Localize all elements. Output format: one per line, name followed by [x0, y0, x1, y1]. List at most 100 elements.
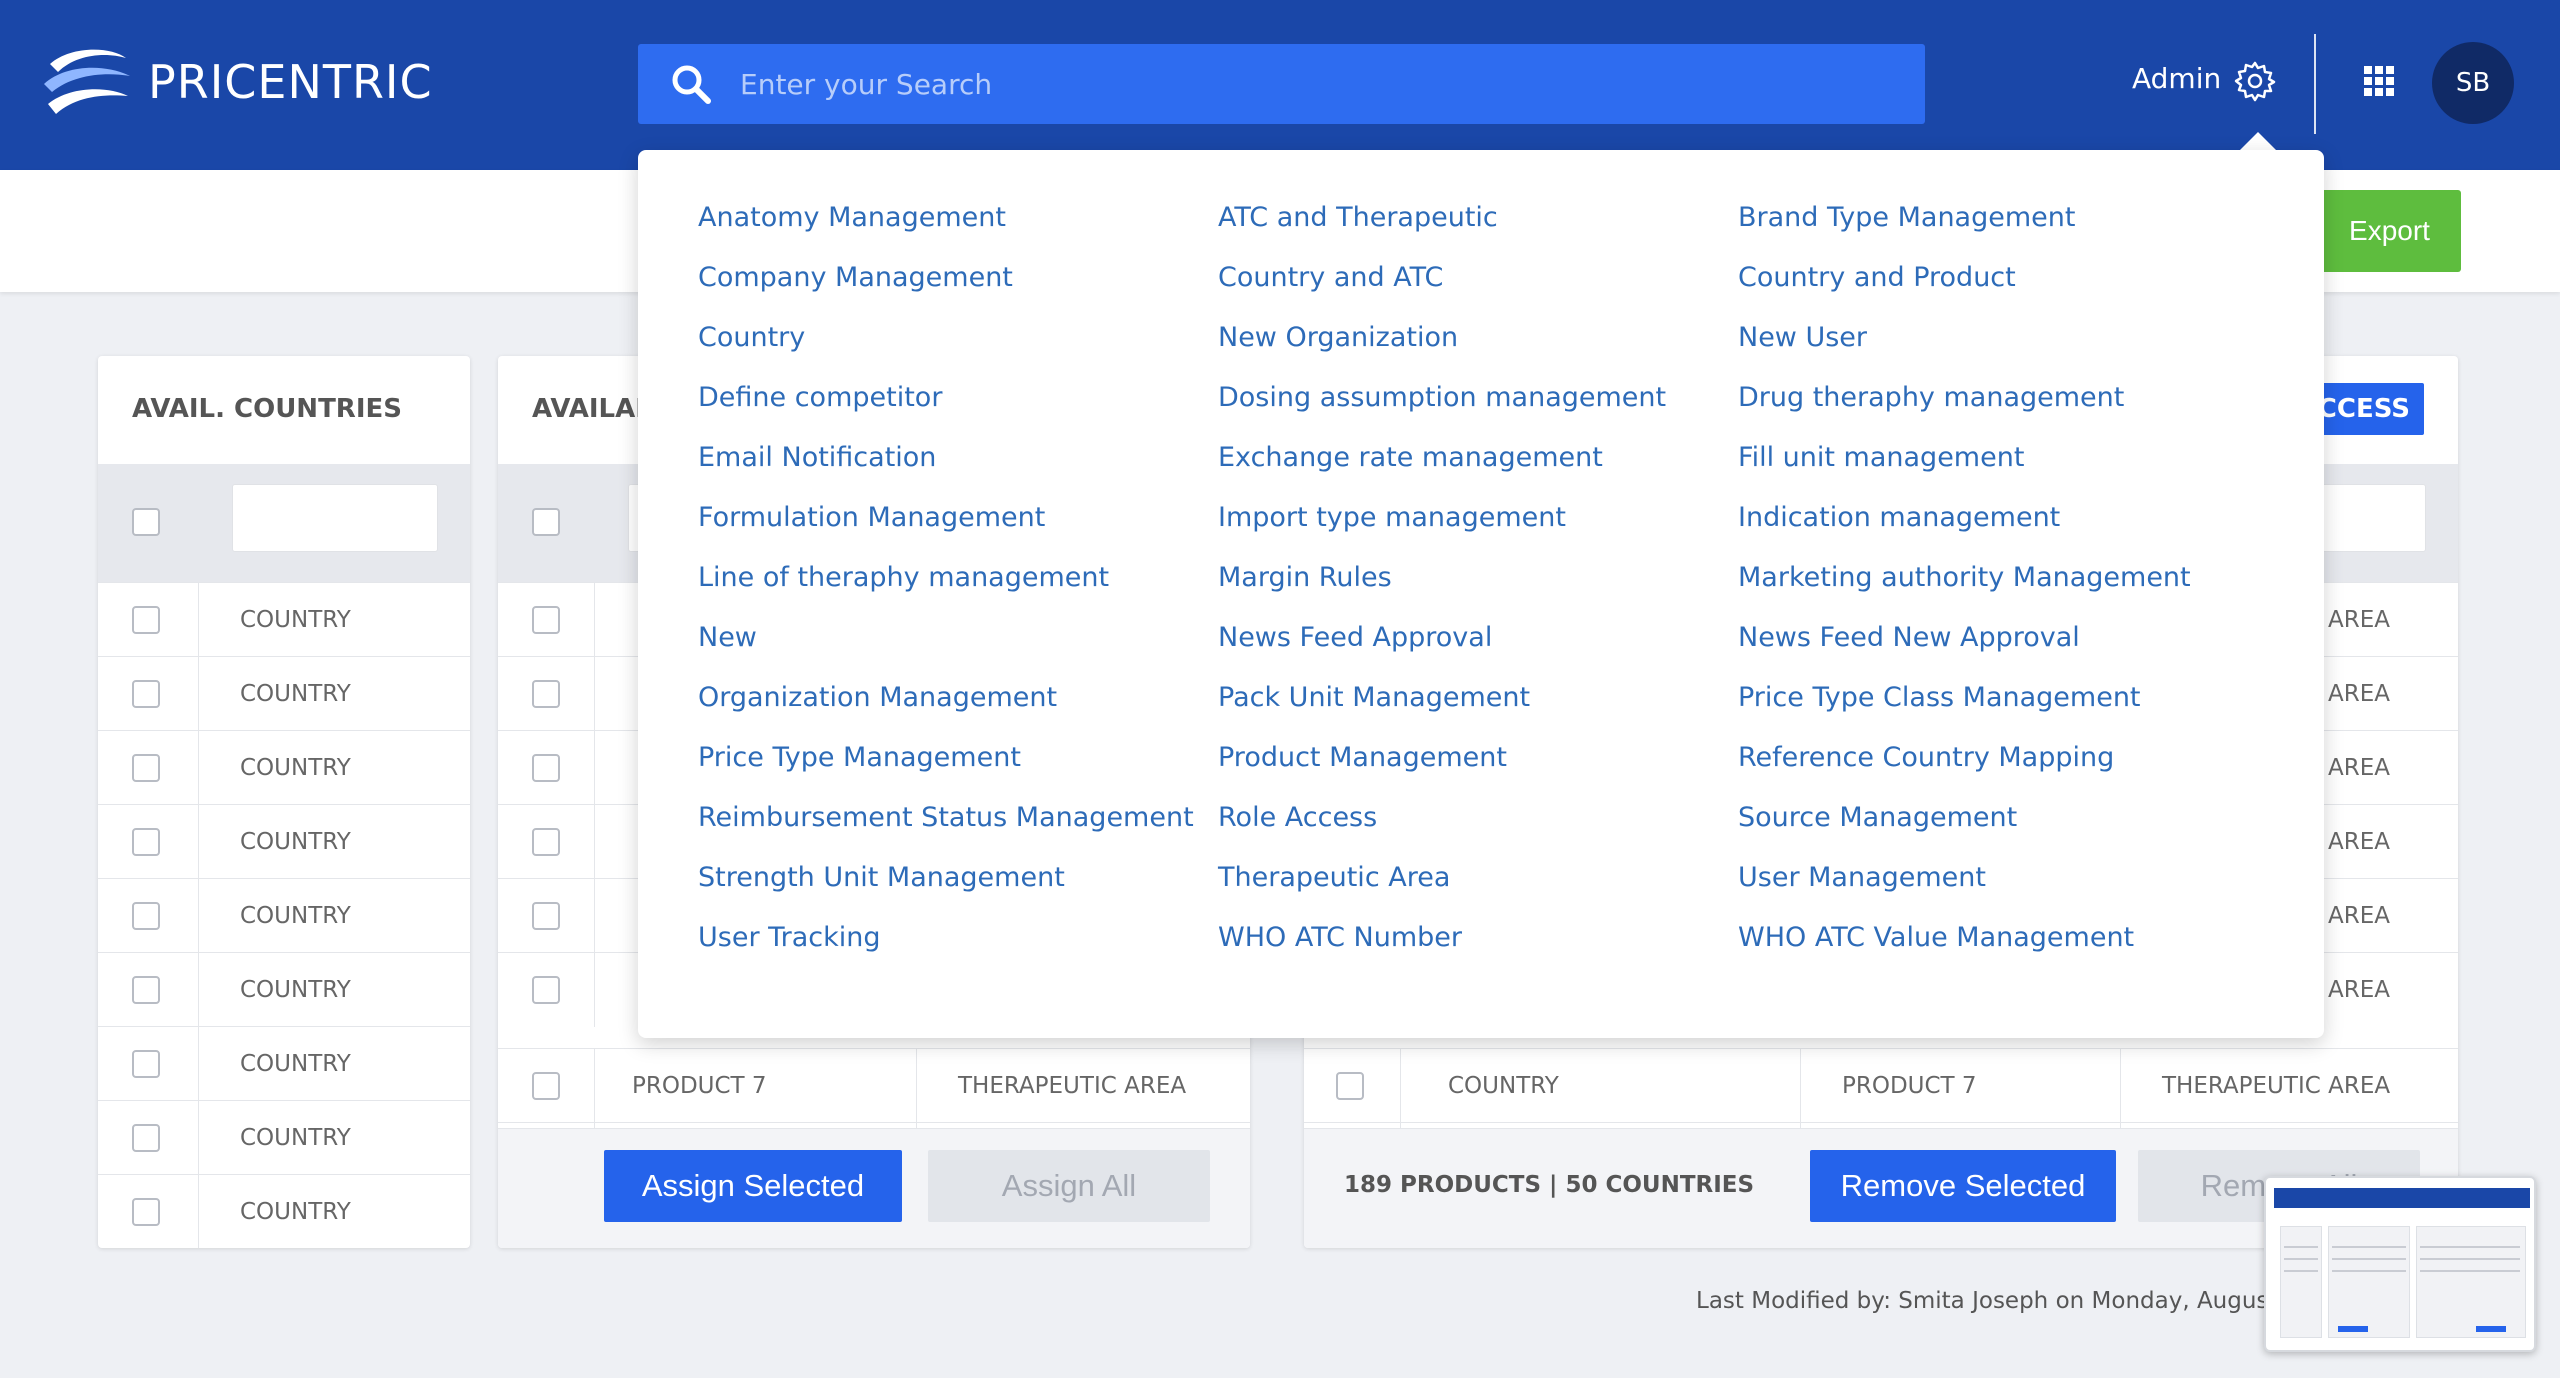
header-divider [2314, 34, 2316, 134]
row-checkbox[interactable] [532, 754, 560, 782]
admin-menu-item[interactable]: Country and ATC [1218, 262, 1443, 293]
admin-menu-item[interactable]: Dosing assumption management [1218, 382, 1666, 413]
admin-menu-item[interactable]: Line of theraphy management [698, 562, 1109, 593]
area-cell: AREA [2328, 977, 2390, 1003]
admin-menu-label[interactable]: Admin [2132, 62, 2221, 95]
country-cell: COUNTRY [240, 1125, 351, 1151]
therapeutic-area-cell: THERAPEUTIC AREA [2162, 1073, 2391, 1099]
country-cell: COUNTRY [240, 607, 351, 633]
area-cell: AREA [2328, 607, 2390, 633]
last-modified-text: Last Modified by: Smita Joseph on Monday… [1696, 1288, 2278, 1314]
row-checkbox[interactable] [1336, 1072, 1364, 1100]
export-button[interactable]: Export [2318, 190, 2461, 272]
user-avatar[interactable]: SB [2432, 42, 2514, 124]
row-checkbox[interactable] [132, 1050, 160, 1078]
admin-menu-item[interactable]: Source Management [1738, 802, 2017, 833]
row-checkbox[interactable] [132, 1198, 160, 1226]
row-checkbox[interactable] [532, 606, 560, 634]
table-row[interactable]: COUNTRY [98, 656, 470, 731]
admin-menu-item[interactable]: Country and Product [1738, 262, 2016, 293]
country-filter-input[interactable] [232, 484, 438, 552]
admin-menu-item[interactable]: WHO ATC Number [1218, 922, 1462, 953]
assignment-stats: 189 PRODUCTS | 50 COUNTRIES [1344, 1172, 1755, 1198]
filter-row [98, 464, 470, 582]
row-checkbox[interactable] [132, 976, 160, 1004]
admin-menu-item[interactable]: Email Notification [698, 442, 936, 473]
admin-menu-item[interactable]: Exchange rate management [1218, 442, 1603, 473]
table-row[interactable]: COUNTRY PRODUCT 7 THERAPEUTIC AREA [1304, 1048, 2458, 1123]
table-row[interactable]: COUNTRY [98, 582, 470, 657]
row-checkbox[interactable] [132, 828, 160, 856]
row-checkbox[interactable] [532, 680, 560, 708]
admin-menu-item[interactable]: New User [1738, 322, 1867, 353]
admin-menu-item[interactable]: WHO ATC Value Management [1738, 922, 2134, 953]
admin-menu-item[interactable]: User Management [1738, 862, 1986, 893]
admin-menu-item[interactable]: Import type management [1218, 502, 1566, 533]
admin-menu-item[interactable]: Margin Rules [1218, 562, 1392, 593]
page-thumbnail-preview[interactable] [2264, 1176, 2536, 1352]
table-row[interactable]: PRODUCT 7 THERAPEUTIC AREA [498, 1048, 1250, 1123]
admin-menu-item[interactable]: Price Type Management [698, 742, 1021, 773]
table-row[interactable]: COUNTRY [98, 878, 470, 953]
table-row[interactable]: COUNTRY [98, 1100, 470, 1175]
country-cell: COUNTRY [240, 829, 351, 855]
product-cell: PRODUCT 7 [1842, 1073, 1977, 1099]
assign-all-button[interactable]: Assign All [928, 1150, 1210, 1222]
table-row[interactable]: COUNTRY [98, 1174, 470, 1248]
row-checkbox[interactable] [532, 902, 560, 930]
admin-menu-item[interactable]: Company Management [698, 262, 1013, 293]
admin-menu-item[interactable]: Define competitor [698, 382, 942, 413]
area-cell: AREA [2328, 681, 2390, 707]
row-checkbox[interactable] [132, 902, 160, 930]
admin-menu-item[interactable]: Formulation Management [698, 502, 1045, 533]
panel-title: AVAIL. COUNTRIES [132, 394, 402, 424]
admin-menu-item[interactable]: Organization Management [698, 682, 1057, 713]
admin-menu-item[interactable]: ATC and Therapeutic [1218, 202, 1498, 233]
admin-menu-item[interactable]: Marketing authority Management [1738, 562, 2191, 593]
admin-menu-item[interactable]: Country [698, 322, 805, 353]
admin-menu-item[interactable]: Price Type Class Management [1738, 682, 2141, 713]
admin-menu-item[interactable]: Reference Country Mapping [1738, 742, 2114, 773]
area-cell: AREA [2328, 829, 2390, 855]
search-input[interactable] [740, 67, 1840, 101]
brand-name: PRICENTRIC [148, 55, 433, 109]
row-checkbox[interactable] [532, 976, 560, 1004]
admin-menu-item[interactable]: New [698, 622, 757, 653]
admin-menu-item[interactable]: Reimbursement Status Management [698, 802, 1194, 833]
brand-logo[interactable]: PRICENTRIC [40, 42, 433, 122]
row-checkbox[interactable] [532, 1072, 560, 1100]
admin-menu-item[interactable]: New Organization [1218, 322, 1458, 353]
admin-menu-item[interactable]: News Feed New Approval [1738, 622, 2080, 653]
admin-menu-item[interactable]: User Tracking [698, 922, 881, 953]
table-row[interactable]: COUNTRY [98, 730, 470, 805]
remove-selected-button[interactable]: Remove Selected [1810, 1150, 2116, 1222]
row-checkbox[interactable] [132, 606, 160, 634]
row-checkbox[interactable] [532, 828, 560, 856]
row-checkbox[interactable] [132, 754, 160, 782]
assign-selected-button[interactable]: Assign Selected [604, 1150, 902, 1222]
admin-menu-item[interactable]: Product Management [1218, 742, 1507, 773]
admin-menu-item[interactable]: Drug theraphy management [1738, 382, 2124, 413]
admin-menu-item[interactable]: Indication management [1738, 502, 2060, 533]
admin-menu-item[interactable]: Pack Unit Management [1218, 682, 1530, 713]
select-all-checkbox[interactable] [132, 508, 160, 536]
table-row[interactable]: COUNTRY [98, 1026, 470, 1101]
admin-menu-item[interactable]: Brand Type Management [1738, 202, 2075, 233]
admin-menu-item[interactable]: Therapeutic Area [1218, 862, 1450, 893]
gear-icon[interactable] [2234, 60, 2276, 102]
search-icon [672, 65, 711, 104]
admin-menu-item[interactable]: Fill unit management [1738, 442, 2024, 473]
table-row[interactable]: COUNTRY [98, 804, 470, 879]
global-search[interactable] [638, 44, 1925, 124]
admin-menu-item[interactable]: Strength Unit Management [698, 862, 1065, 893]
row-checkbox[interactable] [132, 1124, 160, 1152]
select-all-checkbox[interactable] [532, 508, 560, 536]
admin-menu-item[interactable]: News Feed Approval [1218, 622, 1492, 653]
top-header: PRICENTRIC Admin SB [0, 0, 2560, 170]
apps-grid-icon[interactable] [2364, 66, 2394, 96]
access-button[interactable]: ACCESS [2298, 383, 2424, 435]
admin-menu-item[interactable]: Role Access [1218, 802, 1377, 833]
table-row[interactable]: COUNTRY [98, 952, 470, 1027]
row-checkbox[interactable] [132, 680, 160, 708]
admin-menu-item[interactable]: Anatomy Management [698, 202, 1006, 233]
